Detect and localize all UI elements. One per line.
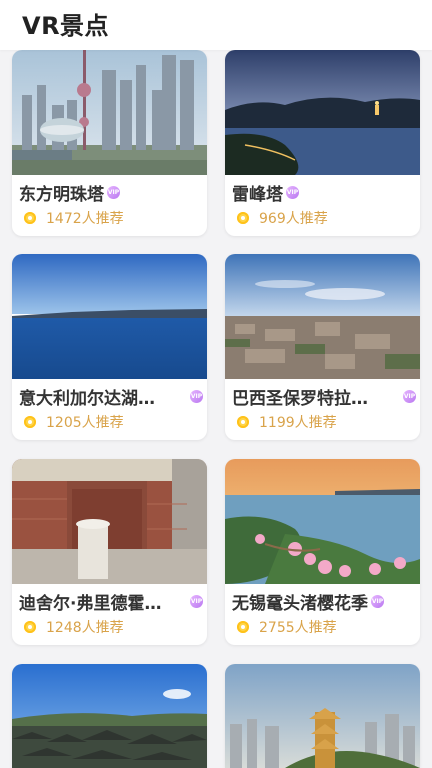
scenic-name: 无锡鼋头渚樱花季 [232, 593, 368, 614]
scenic-card-old-town[interactable] [12, 664, 207, 768]
recommend-coin-icon [237, 212, 249, 224]
scenic-photo [225, 664, 420, 768]
scenic-photo [225, 254, 420, 379]
page-title: VR景点 [22, 12, 110, 40]
vip-badge-icon: VIP [190, 389, 203, 403]
scenic-photo [225, 459, 420, 584]
recommend-count: 1248人推荐 [46, 620, 124, 636]
recommend-count: 2755人推荐 [259, 620, 337, 636]
scenic-name: 东方明珠塔 [19, 184, 104, 205]
scenic-photo [12, 50, 207, 175]
scenic-card-tower-city[interactable] [225, 664, 420, 768]
scenic-card-yuantouzhu-cherry[interactable]: 无锡鼋头渚樱花季 VIP 2755人推荐 [225, 459, 420, 645]
vip-badge-icon: VIP [371, 594, 384, 608]
recommend-count: 1472人推荐 [46, 211, 124, 227]
top-bar: VR景点 [0, 0, 432, 50]
scenic-card-memorial-interior[interactable]: 迪舍尔·弗里德霍… VIP 1248人推荐 [12, 459, 207, 645]
recommend-count: 1205人推荐 [46, 415, 124, 431]
scenic-card-oriental-pearl[interactable]: 东方明珠塔 VIP 1472人推荐 [12, 50, 207, 236]
recommend-count: 969人推荐 [259, 211, 328, 227]
recommend-coin-icon [24, 416, 36, 428]
scenic-spot-grid: 东方明珠塔 VIP 1472人推荐 雷峰塔 VIP 969人推荐 意大利加尔达湖… [0, 0, 432, 768]
scenic-name: 意大利加尔达湖… [19, 388, 155, 409]
scenic-name: 巴西圣保罗特拉… [232, 388, 368, 409]
scenic-photo [12, 459, 207, 584]
scenic-photo [12, 664, 207, 768]
scenic-name: 雷峰塔 [232, 184, 283, 205]
recommend-coin-icon [24, 621, 36, 633]
vip-badge-icon: VIP [107, 185, 120, 199]
recommend-coin-icon [237, 621, 249, 633]
scenic-name: 迪舍尔·弗里德霍… [19, 593, 162, 614]
recommend-coin-icon [237, 416, 249, 428]
scenic-card-lake-garda[interactable]: 意大利加尔达湖… VIP 1205人推荐 [12, 254, 207, 440]
recommend-count: 1199人推荐 [259, 415, 337, 431]
vip-badge-icon: VIP [190, 594, 203, 608]
scenic-photo [225, 50, 420, 175]
scenic-card-leifeng-pagoda[interactable]: 雷峰塔 VIP 969人推荐 [225, 50, 420, 236]
vip-badge-icon: VIP [286, 185, 299, 199]
recommend-coin-icon [24, 212, 36, 224]
vip-badge-icon: VIP [403, 389, 416, 403]
scenic-card-sao-paulo[interactable]: 巴西圣保罗特拉… VIP 1199人推荐 [225, 254, 420, 440]
scenic-photo [12, 254, 207, 379]
